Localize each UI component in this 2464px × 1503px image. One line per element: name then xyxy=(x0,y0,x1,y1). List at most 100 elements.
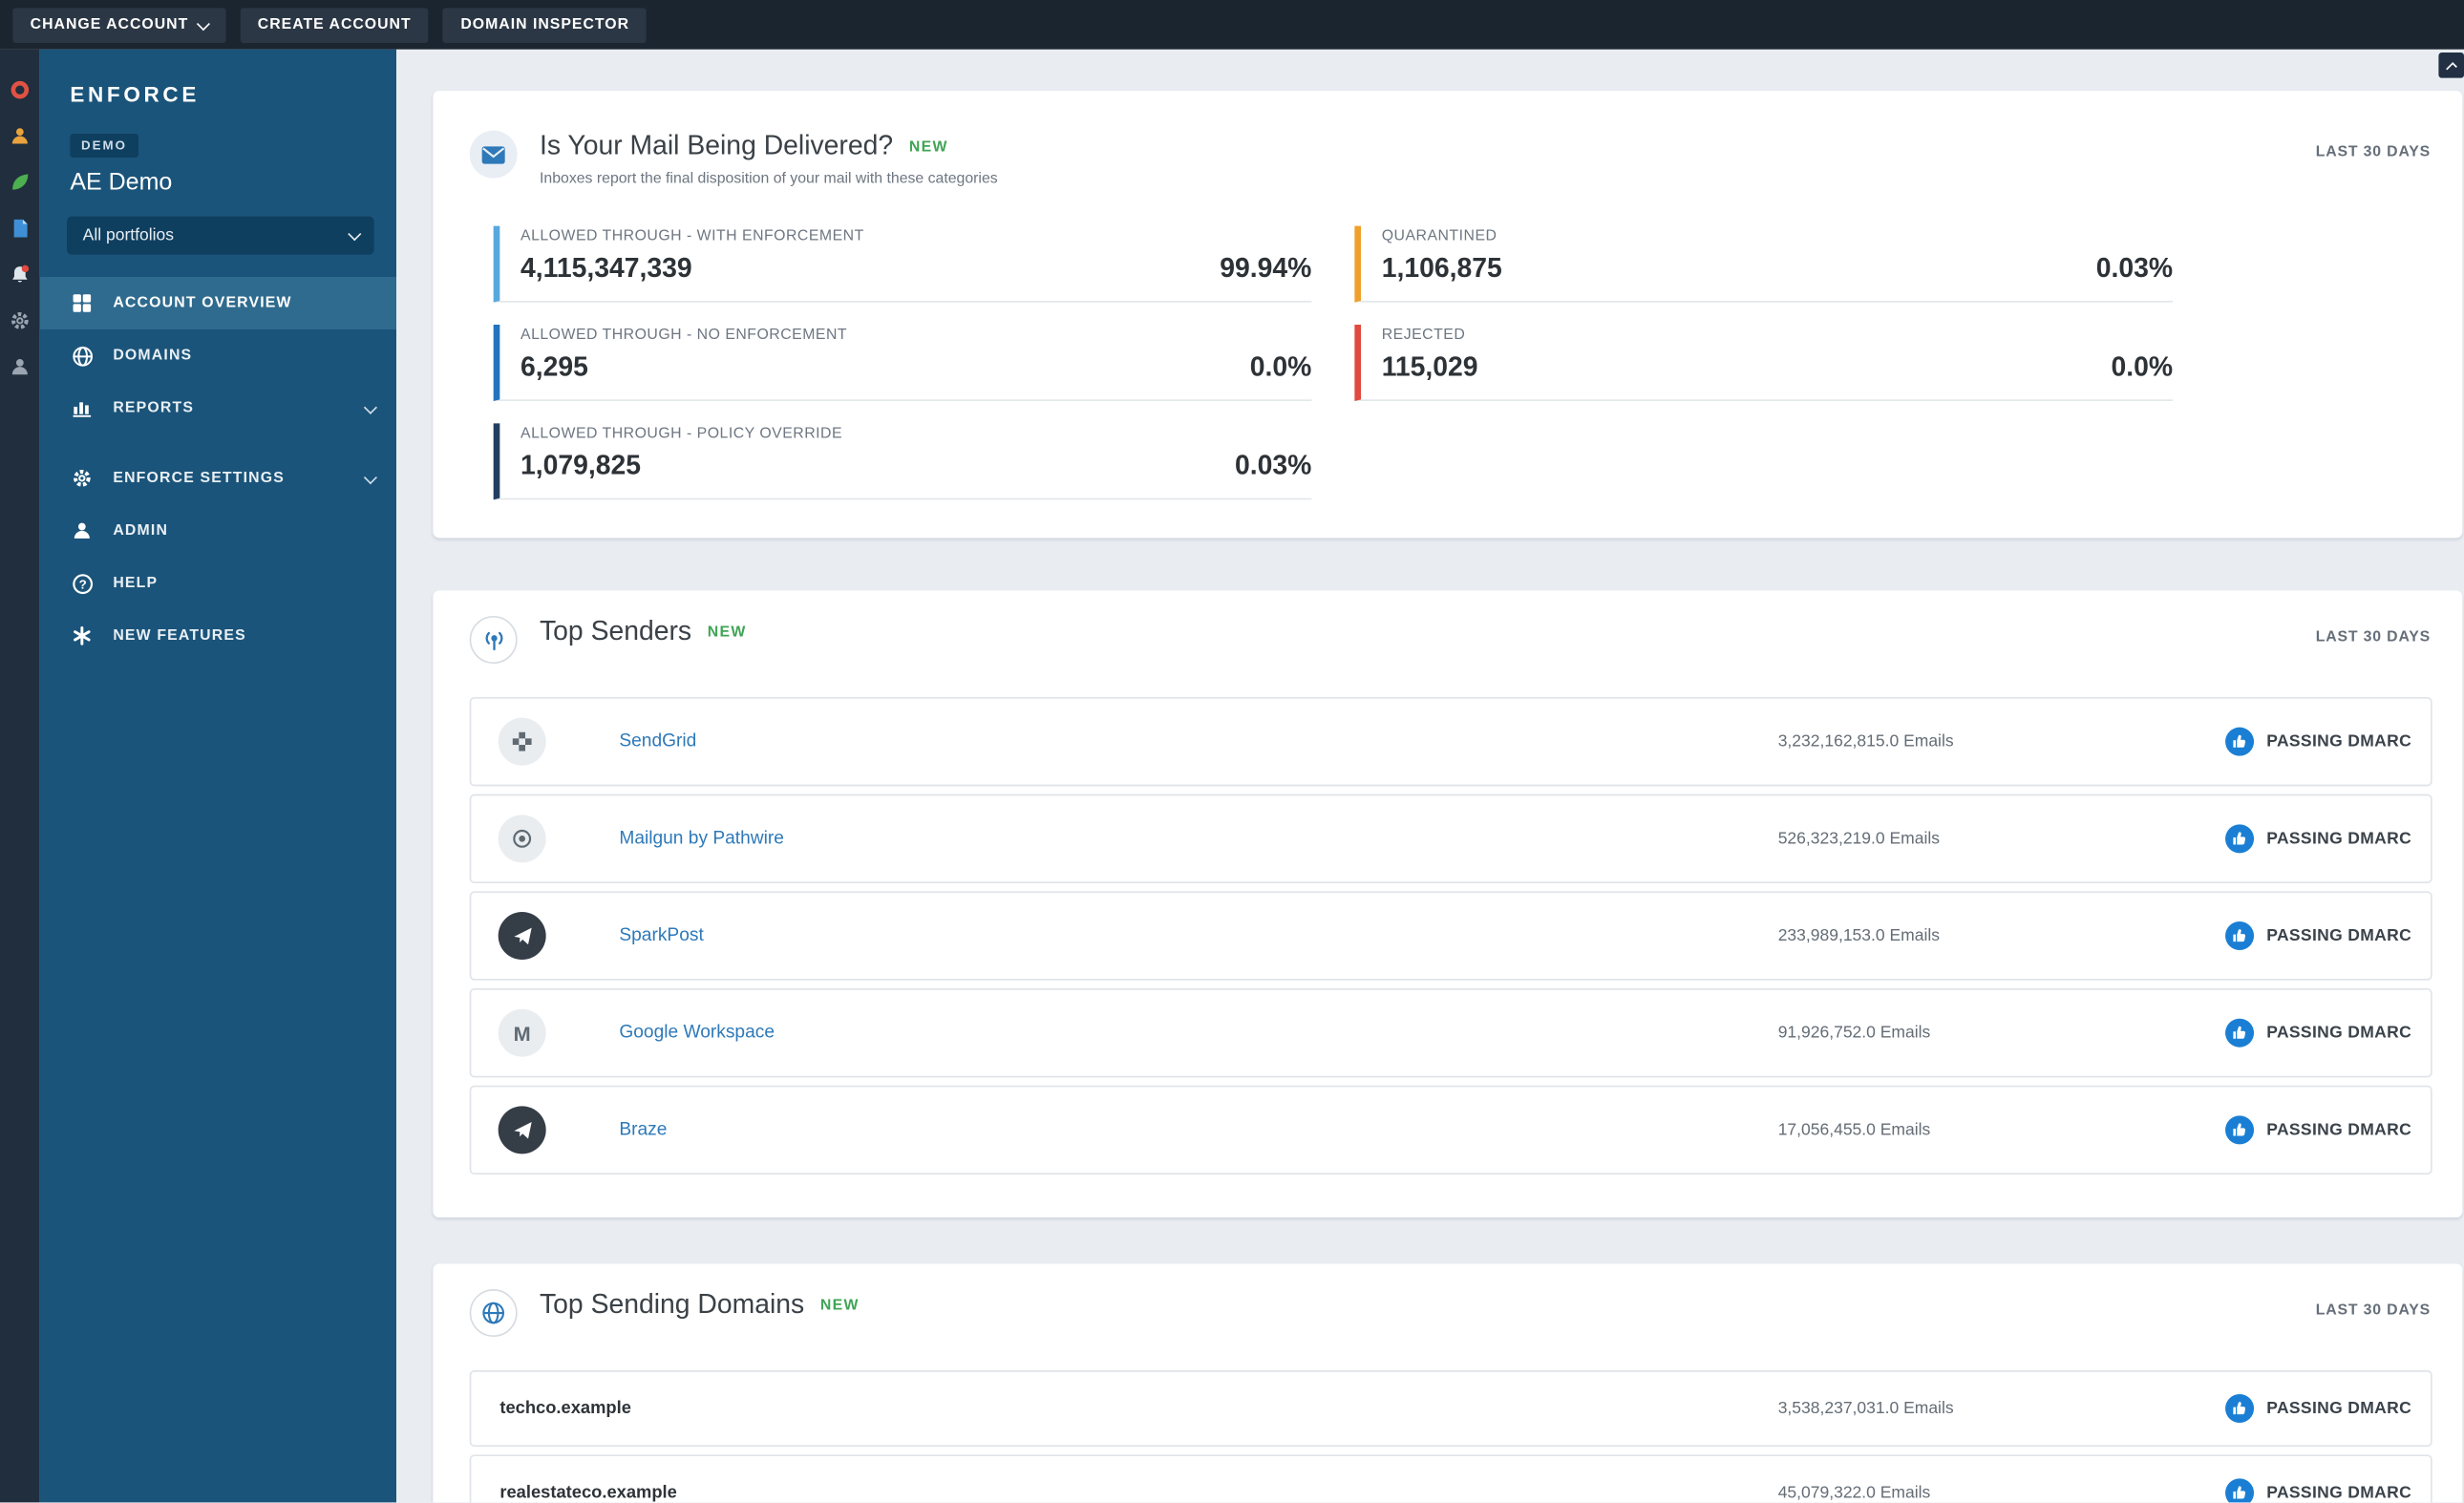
app-red-ring-icon[interactable] xyxy=(9,78,31,100)
new-badge: NEW xyxy=(819,1296,860,1314)
dmarc-status-label: PASSING DMARC xyxy=(2266,829,2412,849)
delivery-stats-grid: ALLOWED THROUGH - WITH ENFORCEMENT 4,115… xyxy=(493,225,2463,539)
sender-row: M Google Workspace 91,926,752.0 Emails P… xyxy=(469,988,2432,1078)
settings-gear-icon[interactable] xyxy=(9,308,31,330)
dmarc-status-label: PASSING DMARC xyxy=(2266,731,2412,752)
dmarc-status-label: PASSING DMARC xyxy=(2266,1120,2412,1140)
dmarc-status-label: PASSING DMARC xyxy=(2266,1023,2412,1043)
stat-allowed-policy-override: ALLOWED THROUGH - POLICY OVERRIDE 1,079,… xyxy=(493,423,1312,500)
delivery-card-titles: Is Your Mail Being Delivered? NEW Inboxe… xyxy=(540,131,998,188)
delivery-card: Is Your Mail Being Delivered? NEW Inboxe… xyxy=(433,91,2463,539)
top-senders-title: Top Senders xyxy=(540,616,692,646)
sender-link[interactable]: Braze xyxy=(619,1120,667,1139)
passing-dmarc-thumb-icon xyxy=(2224,1018,2254,1048)
asterisk-icon xyxy=(70,625,94,646)
new-badge: NEW xyxy=(908,138,948,156)
sidebar-item-label: ACCOUNT OVERVIEW xyxy=(113,294,292,312)
portfolio-select[interactable]: All portfolios xyxy=(67,216,374,255)
sidebar-item-new-features[interactable]: NEW FEATURES xyxy=(40,609,396,662)
topbar: CHANGE ACCOUNT CREATE ACCOUNT DOMAIN INS… xyxy=(0,0,2464,50)
chevron-down-icon xyxy=(347,227,360,241)
sender-link[interactable]: SparkPost xyxy=(619,926,703,945)
sidebar-item-help[interactable]: ? HELP xyxy=(40,557,396,609)
create-account-button[interactable]: CREATE ACCOUNT xyxy=(240,7,430,43)
top-senders-header: Top Senders NEW LAST 30 DAYS xyxy=(433,590,2462,665)
stat-value: 4,115,347,339 xyxy=(520,253,692,284)
new-badge: NEW xyxy=(707,623,747,641)
sidebar-item-domains[interactable]: DOMAINS xyxy=(40,329,396,382)
sidebar-item-admin[interactable]: ADMIN xyxy=(40,504,396,557)
sender-email-count: 233,989,153.0 Emails xyxy=(1777,926,1941,946)
domain-inspector-button[interactable]: DOMAIN INSPECTOR xyxy=(443,7,648,43)
globe-icon xyxy=(70,345,94,367)
sender-row: Mailgun by Pathwire 526,323,219.0 Emails… xyxy=(469,794,2432,884)
demo-badge: DEMO xyxy=(70,134,138,159)
sender-email-count: 3,232,162,815.0 Emails xyxy=(1777,731,1954,752)
passing-dmarc-thumb-icon xyxy=(2224,727,2254,756)
enforce-logo: ENFORCE xyxy=(70,82,201,107)
stat-percent: 0.0% xyxy=(2111,351,2174,383)
braze-logo-icon xyxy=(498,1106,546,1154)
top-domains-list: techco.example 3,538,237,031.0 Emails PA… xyxy=(469,1370,2432,1503)
dmarc-status-label: PASSING DMARC xyxy=(2266,926,2412,946)
passing-dmarc-thumb-icon xyxy=(2224,921,2254,951)
scroll-to-top-button[interactable] xyxy=(2438,53,2464,78)
stat-percent: 0.0% xyxy=(1249,351,1312,383)
domain-name: realestateco.example xyxy=(499,1483,677,1503)
period-label: LAST 30 DAYS xyxy=(2315,628,2432,646)
google-workspace-logo-icon: M xyxy=(498,1008,546,1057)
stat-label: QUARANTINED xyxy=(1381,227,1498,245)
app-document-blue-icon[interactable] xyxy=(9,217,31,239)
gear-icon xyxy=(70,468,94,489)
main-content: Is Your Mail Being Delivered? NEW Inboxe… xyxy=(396,49,2464,1503)
sidebar-item-label: NEW FEATURES xyxy=(113,626,246,646)
delivery-card-subtitle: Inboxes report the final disposition of … xyxy=(540,170,998,188)
sender-row: Braze 17,056,455.0 Emails PASSING DMARC xyxy=(469,1085,2432,1175)
dmarc-status: PASSING DMARC xyxy=(2224,921,2412,951)
top-domains-title: Top Sending Domains xyxy=(540,1289,805,1320)
gmail-m-glyph: M xyxy=(513,1021,531,1046)
sidebar-item-reports[interactable]: REPORTS xyxy=(40,382,396,434)
period-label: LAST 30 DAYS xyxy=(2315,143,2432,161)
stat-rejected: REJECTED 115,029 0.0% xyxy=(1354,325,2174,402)
passing-dmarc-thumb-icon xyxy=(2224,1394,2254,1424)
user-icon xyxy=(70,520,94,541)
sidebar-item-label: DOMAINS xyxy=(113,347,193,365)
chevron-down-icon xyxy=(363,400,376,413)
sender-link[interactable]: Google Workspace xyxy=(619,1024,775,1043)
sidebar-item-enforce-settings[interactable]: ENFORCE SETTINGS xyxy=(40,452,396,504)
sender-email-count: 17,056,455.0 Emails xyxy=(1777,1120,1931,1140)
help-icon: ? xyxy=(70,572,94,594)
sender-email-count: 526,323,219.0 Emails xyxy=(1777,829,1941,849)
envelope-icon xyxy=(469,130,518,179)
change-account-button[interactable]: CHANGE ACCOUNT xyxy=(12,7,226,43)
sidebar-item-account-overview[interactable]: ACCOUNT OVERVIEW xyxy=(39,277,397,330)
sidebar-item-label: HELP xyxy=(113,574,159,593)
sidebar-nav: ACCOUNT OVERVIEW DOMAINS REPORTS ENFORCE… xyxy=(39,277,397,662)
dmarc-status: PASSING DMARC xyxy=(2224,1478,2411,1503)
stat-value: 6,295 xyxy=(520,351,588,383)
top-senders-list: SendGrid 3,232,162,815.0 Emails PASSING … xyxy=(469,697,2432,1217)
notifications-bell-icon[interactable] xyxy=(9,263,31,285)
chevron-up-icon xyxy=(2446,62,2457,74)
app-leaf-green-icon[interactable] xyxy=(9,170,31,192)
svg-text:?: ? xyxy=(78,577,86,591)
nav-divider-space xyxy=(40,434,396,452)
passing-dmarc-thumb-icon xyxy=(2224,824,2254,854)
user-profile-icon[interactable] xyxy=(9,355,31,377)
stat-percent: 0.03% xyxy=(2095,253,2174,284)
sender-link[interactable]: Mailgun by Pathwire xyxy=(619,829,784,848)
domain-row: techco.example 3,538,237,031.0 Emails PA… xyxy=(469,1370,2432,1448)
sparkpost-logo-icon xyxy=(498,912,546,961)
stat-allowed-with-enforcement: ALLOWED THROUGH - WITH ENFORCEMENT 4,115… xyxy=(493,225,1312,303)
sender-email-count: 91,926,752.0 Emails xyxy=(1777,1023,1931,1043)
dmarc-status: PASSING DMARC xyxy=(2224,1115,2412,1145)
stat-label: ALLOWED THROUGH - WITH ENFORCEMENT xyxy=(520,227,864,245)
grid-icon xyxy=(70,293,94,314)
chevron-down-icon xyxy=(363,470,376,483)
sidebar-item-label: ADMIN xyxy=(113,521,169,540)
app-person-amber-icon[interactable] xyxy=(9,124,31,146)
sidebar: ENFORCE DEMO AE Demo All portfolios ACCO… xyxy=(39,49,397,1503)
delivery-card-title: Is Your Mail Being Delivered? xyxy=(540,130,894,161)
sender-link[interactable]: SendGrid xyxy=(619,732,696,752)
